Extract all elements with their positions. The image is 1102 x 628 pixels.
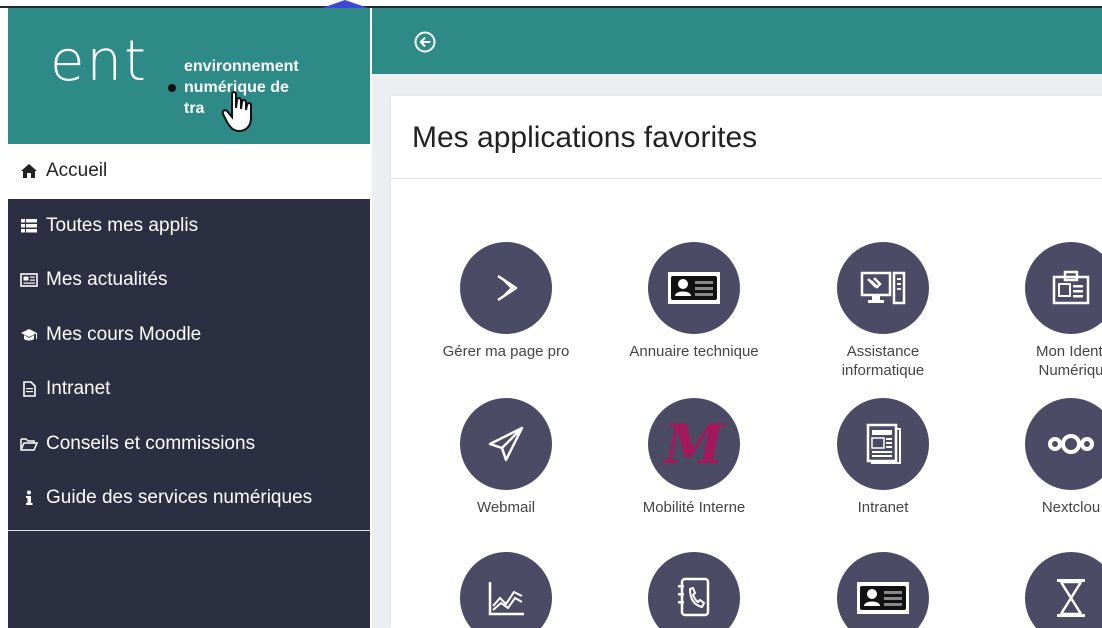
sidebar-nav: Accueil Toutes mes applis Mes actualités… [8,144,370,531]
app-tile-intranet[interactable]: Intranet [788,398,978,517]
app-label: Intranet [857,499,909,516]
main-header [372,8,1102,74]
info-icon [18,489,40,507]
app-tile-assistance-informatique[interactable]: Assistance informatique [788,242,978,380]
logo-dot [168,84,176,92]
sidebar-item-label: Conseils et commissions [46,432,256,454]
sidebar-item-label: Accueil [46,160,108,182]
tagline-line-2: numérique de [184,79,289,96]
app-tile-annuaire[interactable] [788,552,978,628]
newspaper-doc-icon [837,398,929,490]
paper-plane-icon [460,398,552,490]
id-card-icon [648,242,740,334]
graduation-cap-icon [18,326,40,344]
app-tile-nextcloud[interactable]: Nextclou [976,398,1102,517]
list-icon [18,217,40,235]
sidebar-item-mes-cours-moodle[interactable]: Mes cours Moodle [8,308,370,363]
sidebar-item-accueil[interactable]: Accueil [8,144,370,199]
app-tile-mobilite-interne[interactable]: M Mobilité Interne [599,398,789,517]
sidebar-item-conseils-et-commissions[interactable]: Conseils et commissions [8,417,370,472]
favorites-panel: Mes applications favorites Gérer ma page… [391,96,1102,628]
top-border [0,0,1102,8]
app-tile-phone-book[interactable] [599,552,789,628]
app-label: Mobilité Interne [642,499,746,516]
sidebar-item-label: Intranet [46,378,111,400]
panel-divider [391,178,1102,179]
nextcloud-icon [1025,398,1102,490]
app-tile-webmail[interactable]: Webmail [411,398,601,517]
app-label: Webmail [476,499,536,516]
sidebar-item-mes-actualites[interactable]: Mes actualités [8,253,370,308]
app-label: Gérer ma page pro [442,343,570,360]
app-label: Nextclou [1041,499,1101,516]
app-tile-gerer-ma-page-pro[interactable]: Gérer ma page pro [411,242,601,361]
sidebar-item-label: Mes cours Moodle [46,323,202,345]
sidebar-item-intranet[interactable]: Intranet [8,362,370,417]
id-card-icon [837,552,929,628]
app-tile-statistics[interactable] [411,552,601,628]
chart-lines-icon [460,552,552,628]
page-title: Mes applications favorites [412,121,758,154]
arrow-circle-left-icon[interactable] [414,31,436,53]
phone-book-icon [648,552,740,628]
sidebar: ent environnement numérique de tra Accue… [8,8,370,628]
hand-cursor-icon [221,91,252,133]
app-tile-annuaire-technique[interactable]: Annuaire technique [599,242,789,361]
app-label: Mon Identi Numériqu [1035,343,1102,379]
brand-header[interactable]: ent environnement numérique de tra [8,8,370,144]
logo-text: ent [50,29,148,94]
chevron-arrow-icon [460,242,552,334]
home-icon [18,162,40,180]
sidebar-item-guide-des-services[interactable]: Guide des services numériques [8,471,370,526]
app-label: Assistance informatique [841,343,925,379]
top-indicator [322,0,368,8]
badge-icon [1025,242,1102,334]
folder-open-icon [18,435,40,453]
logo-tagline: environnement numérique de tra [184,56,354,119]
sidebar-item-toutes-mes-applis[interactable]: Toutes mes applis [8,199,370,254]
app-tile-mon-identite-numerique[interactable]: Mon Identi Numériqu [976,242,1102,380]
sidebar-divider [8,529,370,531]
computer-tools-icon [837,242,929,334]
document-icon [18,380,40,398]
sidebar-item-label: Toutes mes applis [46,214,199,236]
tagline-line-3: tra [184,100,205,117]
sidebar-item-label: Guide des services numériques [46,487,313,509]
tagline-line-1: environnement [184,58,299,75]
sidebar-item-label: Mes actualités [46,269,168,291]
app-label: Annuaire technique [629,343,759,360]
hourglass-icon [1025,552,1102,628]
app-tile-hourglass[interactable] [976,552,1102,628]
letter-m-icon: M [648,398,740,490]
newspaper-icon [18,271,40,289]
